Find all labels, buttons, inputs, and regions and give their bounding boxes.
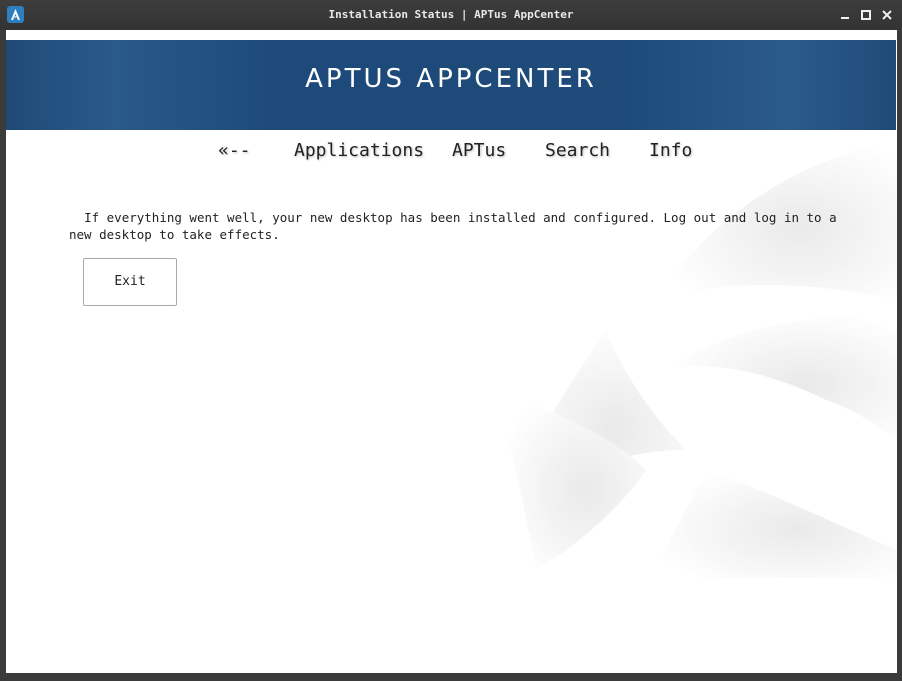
maximize-button[interactable] (857, 6, 875, 24)
nav-search-link[interactable]: Search (545, 136, 610, 166)
nav-applications-link[interactable]: Applications (294, 136, 424, 166)
close-button[interactable] (878, 6, 896, 24)
close-icon (882, 10, 892, 20)
nav-info-link[interactable]: Info (649, 136, 692, 166)
nav-aptus-link[interactable]: APTus (452, 136, 506, 166)
nav-bar: «-- Applications APTus Search Info (6, 136, 897, 166)
exit-button[interactable]: Exit (83, 258, 177, 306)
header-banner: APTUS APPCENTER (6, 40, 896, 130)
window-titlebar[interactable]: Installation Status | APTus AppCenter (0, 0, 902, 30)
nav-back-link[interactable]: «-- (218, 136, 251, 166)
minimize-icon (841, 17, 849, 19)
banner-title: APTUS APPCENTER (305, 64, 597, 94)
installation-status-message: If everything went well, your new deskto… (69, 210, 837, 242)
minimize-button[interactable] (836, 6, 854, 24)
maximize-icon (861, 10, 871, 20)
main-content-area: APTUS APPCENTER «-- Applications APTus S… (6, 30, 897, 673)
window-title: Installation Status | APTus AppCenter (328, 8, 574, 21)
app-window: Installation Status | APTus AppCenter AP… (0, 0, 902, 681)
